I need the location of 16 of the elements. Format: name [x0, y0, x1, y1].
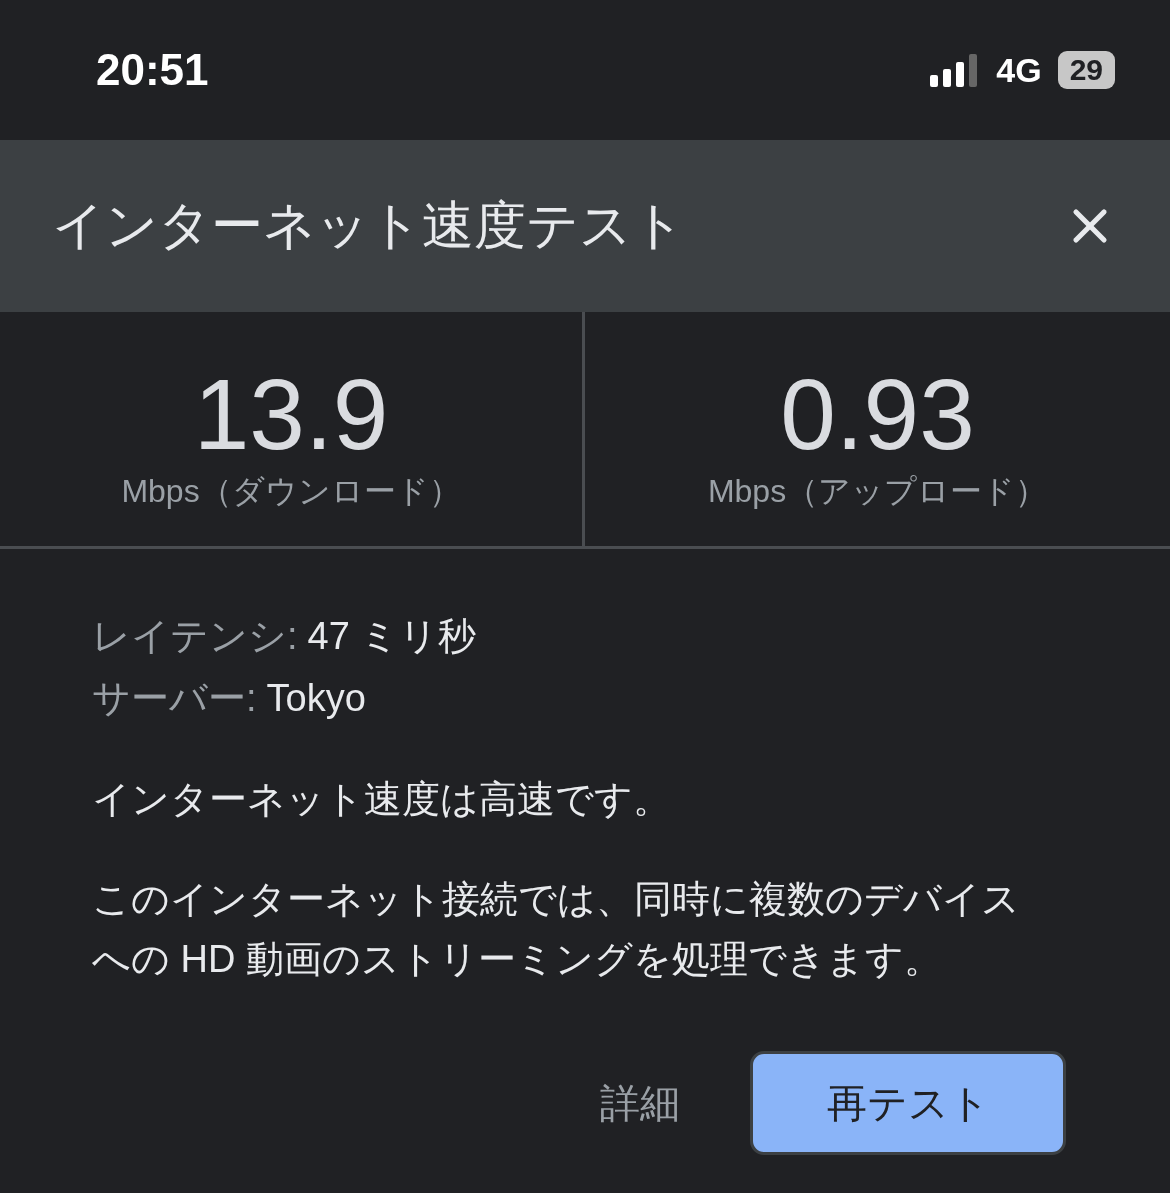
dialog-title: インターネット速度テスト [52, 195, 685, 256]
detail-label: レイテンシ: [92, 614, 298, 659]
battery-level: 29 [1057, 51, 1115, 89]
speed-value: 13.9 [193, 364, 389, 464]
detail-value: Tokyo [266, 676, 366, 721]
speed-unit: Mbps（アップロード） [707, 472, 1048, 511]
detail-label: サーバー: [92, 676, 257, 721]
status-time: 20:51 [96, 45, 209, 95]
retest-button[interactable]: 再テスト [750, 1051, 1066, 1155]
network-type: 4G [996, 50, 1042, 90]
details-button[interactable]: 詳細 [600, 1075, 680, 1131]
speed-summary: インターネット速度は高速です。 [92, 777, 672, 822]
detail-value: 47 ミリ秒 [307, 614, 477, 659]
speed-value: 0.93 [780, 364, 975, 464]
speed-unit: Mbps（ダウンロード） [121, 472, 461, 511]
speed-description: このインターネット接続では、同時に複数のデバイスへの HD 動画のストリーミングを処理できます。 [92, 877, 1021, 982]
